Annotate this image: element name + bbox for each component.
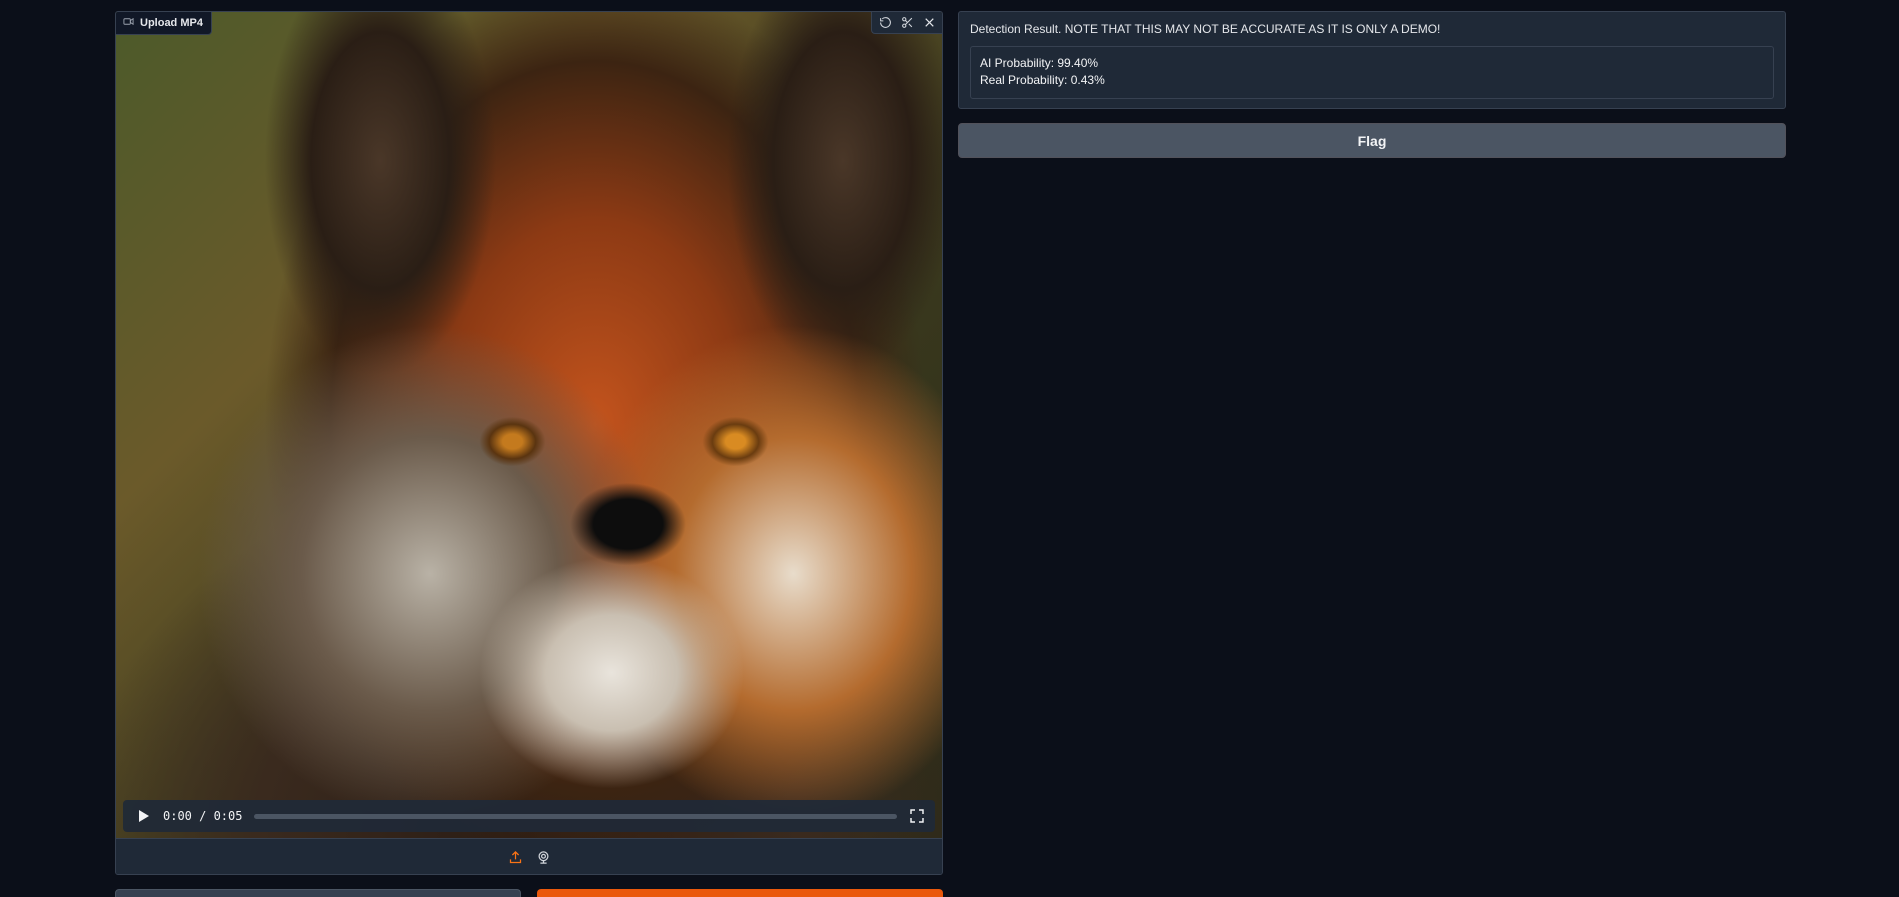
- result-textbox[interactable]: AI Probability: 99.40% Real Probability:…: [970, 46, 1774, 99]
- result-label: Detection Result. NOTE THAT THIS MAY NOT…: [970, 22, 1441, 36]
- real-probability-text: Real Probability: 0.43%: [980, 73, 1105, 87]
- video-preview[interactable]: [116, 12, 942, 838]
- video-controls: 0:00 / 0:05: [123, 800, 935, 832]
- upload-label-text: Upload MP4: [140, 17, 203, 29]
- fullscreen-icon[interactable]: [909, 808, 925, 824]
- video-toolbar: [871, 12, 942, 34]
- webcam-icon[interactable]: [535, 849, 551, 865]
- close-icon[interactable]: [922, 16, 936, 30]
- submit-button[interactable]: [537, 889, 943, 897]
- upload-icon[interactable]: [507, 849, 523, 865]
- detection-result-panel: Detection Result. NOTE THAT THIS MAY NOT…: [958, 11, 1786, 109]
- play-icon[interactable]: [135, 808, 151, 824]
- undo-icon[interactable]: [878, 16, 892, 30]
- upload-label-tag: Upload MP4: [116, 12, 212, 35]
- progress-bar[interactable]: [254, 813, 897, 819]
- ai-probability-text: AI Probability: 99.40%: [980, 56, 1099, 70]
- flag-button[interactable]: Flag: [958, 123, 1786, 158]
- clear-button[interactable]: [115, 889, 521, 897]
- video-upload-panel: Upload MP4 0:00 / 0:05: [115, 11, 943, 875]
- time-display: 0:00 / 0:05: [163, 809, 243, 823]
- scissors-icon[interactable]: [900, 16, 914, 30]
- video-camera-icon: [123, 16, 134, 30]
- source-selector: [116, 838, 942, 874]
